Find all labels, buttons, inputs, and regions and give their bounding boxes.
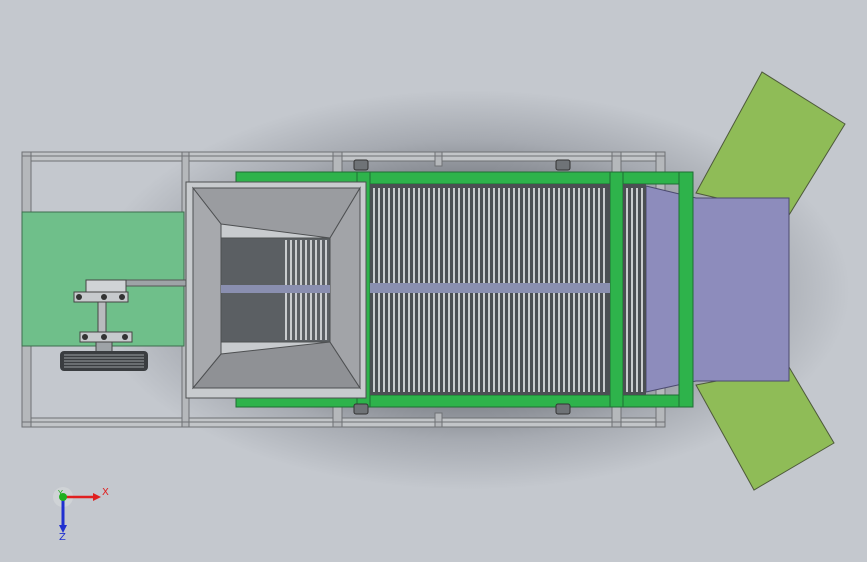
y-axis-label: Y [58, 489, 63, 498]
screen-slats [370, 184, 646, 395]
z-axis-label: Z [59, 532, 66, 543]
cad-viewport[interactable]: X Y Z [0, 0, 867, 562]
feed-hopper [185, 181, 367, 399]
motor-plate [21, 211, 189, 353]
motor-grille [60, 351, 148, 371]
machine-drawing [21, 71, 846, 533]
discharge-chute [645, 71, 846, 491]
x-axis-label: X [102, 487, 109, 498]
